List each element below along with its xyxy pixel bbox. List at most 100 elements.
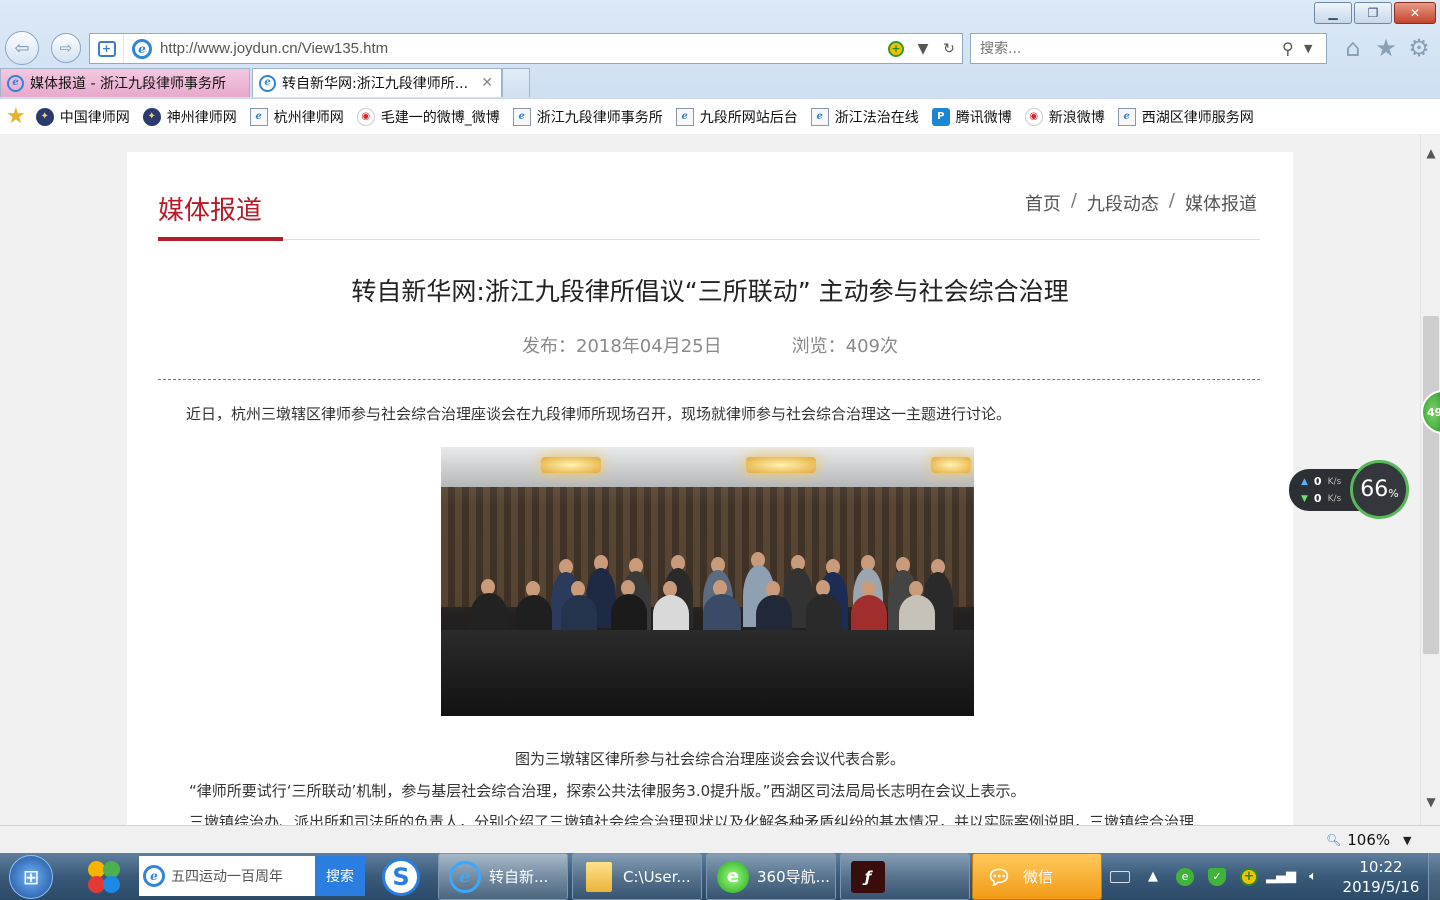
favorite-item[interactable]: P 腾讯微博	[931, 107, 1012, 127]
task-wechat-window[interactable]: 💬︎ 微信	[972, 853, 1102, 900]
scrollbar-thumb[interactable]	[1423, 316, 1439, 654]
back-button[interactable]: ⇦	[5, 31, 39, 65]
favorite-item[interactable]: e 九段所网站后台	[675, 107, 798, 127]
gear-icon[interactable]: ⚙	[1405, 34, 1433, 62]
ie-page-icon: e	[675, 107, 694, 126]
volume-icon[interactable]: 🔈︎	[1304, 868, 1322, 886]
network-signal-icon[interactable]: ▂▄▆	[1266, 868, 1296, 886]
close-button[interactable]: ✕	[1394, 2, 1436, 24]
task-flash-window[interactable]: ƒ	[840, 853, 970, 900]
memory-usage-ring[interactable]: 66%	[1350, 460, 1409, 519]
taskbar-search-box[interactable]: e	[139, 856, 315, 896]
favorites-star-icon[interactable]: ★	[1372, 34, 1400, 62]
ie-page-icon: e	[810, 107, 829, 126]
meta-divider	[158, 379, 1260, 380]
section-title: 媒体报道	[158, 196, 263, 226]
favorite-item[interactable]: e 杭州律师网	[249, 107, 344, 127]
refresh-icon[interactable]: ↻	[936, 41, 962, 57]
scroll-up-icon[interactable]: ▲	[1421, 146, 1440, 164]
forward-button[interactable]: ⇨	[51, 33, 81, 63]
favorite-item[interactable]: ✦ 神州律师网	[142, 107, 237, 127]
start-button[interactable]: ⊞	[9, 855, 53, 899]
status-bar: 🔍︎ 106% ▼	[0, 825, 1440, 853]
download-speed: 0	[1313, 492, 1322, 505]
upload-arrow-icon: ▲	[1301, 476, 1308, 487]
security-shield-icon[interactable]: ✓	[1208, 867, 1226, 886]
close-tab-icon[interactable]: ✕	[481, 75, 493, 91]
address-dropdown-icon[interactable]: ▼	[910, 41, 936, 57]
tray-expand-icon[interactable]: ▲	[1144, 868, 1162, 886]
url-text[interactable]: http://www.joydun.cn/View135.htm	[160, 40, 888, 57]
zoom-dropdown-icon[interactable]: ▼	[1403, 834, 1411, 847]
speed-unit: K/s	[1327, 493, 1342, 504]
zoom-control[interactable]: 🔍︎ 106%	[1326, 831, 1390, 849]
vertical-scrollbar[interactable]: ▲ ▼	[1420, 134, 1440, 825]
window-controls: ▁ ❐ ✕	[1314, 2, 1436, 24]
search-input[interactable]	[980, 40, 1282, 57]
ie-page-icon: e	[132, 38, 152, 59]
system-clock[interactable]: 10:22 2019/5/16	[1336, 857, 1426, 897]
360-browser-tray-icon[interactable]: e	[1176, 867, 1194, 886]
ie-icon: e	[143, 865, 165, 887]
clock-time: 10:22	[1359, 858, 1403, 876]
scroll-down-icon[interactable]: ▼	[1421, 795, 1440, 813]
favorites-bar: ★ ✦ 中国律师网 ✦ 神州律师网 e 杭州律师网 ◉ 毛建一的微博_微博 e 浙江九段律…	[0, 98, 1440, 134]
arrow-right-icon: ⇨	[59, 39, 73, 57]
breadcrumb-separator: /	[1070, 190, 1077, 211]
title-divider	[158, 239, 1260, 240]
search-icon[interactable]: ⚲	[1282, 39, 1304, 58]
favorites-star-icon[interactable]: ★	[6, 104, 26, 129]
task-ie-window[interactable]: e 转自新...	[438, 853, 568, 900]
view-count: 浏览：409次	[791, 336, 898, 357]
article-paragraph: “律师所要试行‘三所联动’机制，参与基层社会综合治理，探索公共法律服务3.0提升…	[189, 782, 1026, 800]
security-guard-icon[interactable]: +	[1240, 867, 1258, 886]
tencent-weibo-icon: P	[931, 107, 950, 126]
breadcrumb: 首页 / 九段动态 / 媒体报道	[1025, 190, 1257, 216]
favorite-item[interactable]: e 浙江九段律师事务所	[512, 107, 663, 127]
folder-icon	[586, 861, 612, 892]
ie-page-icon: e	[249, 107, 268, 126]
breadcrumb-media[interactable]: 媒体报道	[1185, 190, 1257, 216]
sogou-icon: S	[382, 858, 420, 896]
breadcrumb-news[interactable]: 九段动态	[1087, 190, 1159, 216]
ie-page-icon: e	[259, 74, 276, 92]
task-360-browser-window[interactable]: e 360导航...	[706, 853, 836, 900]
taskbar-search-button[interactable]: 搜索	[315, 856, 365, 896]
tab-article[interactable]: e 转自新华网:浙江九段律师所... ✕	[252, 68, 502, 97]
sogou-input-button[interactable]: S	[381, 857, 421, 897]
favorite-item[interactable]: ◉ 毛建一的微博_微博	[356, 107, 500, 127]
page-viewport: 媒体报道 首页 / 九段动态 / 媒体报道 转自新华网:浙江九段律所倡议“三所联…	[0, 134, 1420, 825]
article-panel: 媒体报道 首页 / 九段动态 / 媒体报道 转自新华网:浙江九段律所倡议“三所联…	[127, 152, 1293, 825]
weibo-icon: ◉	[1024, 107, 1043, 126]
360-browser-icon: e	[717, 860, 749, 893]
show-desktop-button[interactable]	[1428, 853, 1440, 900]
task-explorer-window[interactable]: C:\User...	[572, 853, 702, 900]
task-label: 微信	[1023, 868, 1054, 886]
zoom-level: 106%	[1347, 831, 1391, 849]
favorite-item[interactable]: e 西湖区律师服务网	[1117, 107, 1254, 127]
speed-unit: K/s	[1327, 476, 1342, 487]
tab-media-reports[interactable]: e 媒体报道 - 浙江九段律师事务所	[0, 68, 250, 97]
image-caption: 图为三墩辖区律所参与社会综合治理座谈会会议代表合影。	[514, 750, 905, 768]
new-tab-button[interactable]	[502, 68, 530, 97]
keyboard-icon[interactable]	[1110, 870, 1130, 883]
address-bar[interactable]: + e http://www.joydun.cn/View135.htm + ▼…	[89, 33, 963, 64]
favorite-item[interactable]: ✦ 中国律师网	[35, 107, 130, 127]
breadcrumb-home[interactable]: 首页	[1025, 190, 1061, 216]
network-speed-widget[interactable]: ▲ 0 K/s ▼ 0 K/s	[1289, 469, 1359, 511]
usage-percent: 66	[1360, 477, 1389, 502]
tab-label: 媒体报道 - 浙江九段律师事务所	[30, 76, 226, 92]
favorite-item[interactable]: ◉ 新浪微博	[1024, 107, 1105, 127]
upload-speed: 0	[1313, 475, 1322, 488]
search-box[interactable]: ⚲ ▼	[970, 33, 1327, 64]
title-underline	[158, 237, 283, 241]
favorite-item[interactable]: e 浙江法治在线	[810, 107, 919, 127]
taskbar-search-input[interactable]	[171, 868, 311, 884]
quick-launch-bubbles[interactable]	[84, 857, 124, 897]
restore-button[interactable]: ❐	[1354, 2, 1392, 24]
home-icon[interactable]: ⌂	[1339, 34, 1367, 62]
compatibility-shield-button[interactable]: +	[90, 34, 124, 63]
security-extension-icon[interactable]: +	[888, 40, 904, 57]
search-dropdown-icon[interactable]: ▼	[1304, 42, 1326, 55]
minimize-button[interactable]: ▁	[1314, 2, 1352, 24]
